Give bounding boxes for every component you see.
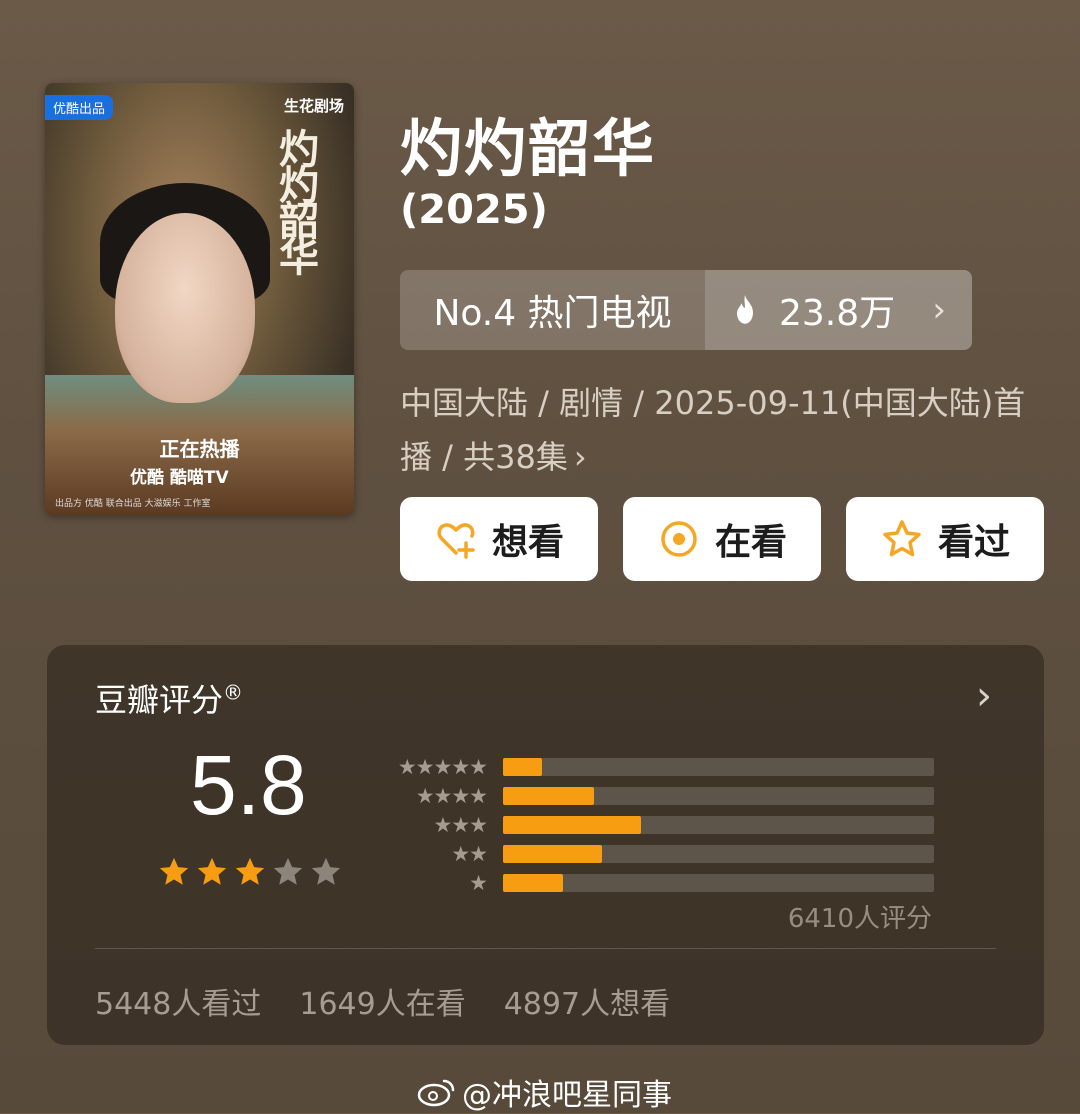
rating-count: 6410人评分 (787, 904, 932, 934)
watermark: @冲浪吧星同事 (416, 1070, 672, 1114)
rank-bar[interactable]: No.4 热门电视 23.8万 › (400, 270, 972, 350)
distribution-stars-label: ★★★★ (415, 783, 488, 808)
poster-studio-logo: 生花剧场 (283, 97, 344, 115)
rank-label: No.4 热门电视 (400, 270, 705, 350)
distribution-row: ★ (377, 868, 934, 897)
distribution-row: ★★★★★ (377, 752, 934, 781)
watching-button[interactable]: 在看 (623, 497, 821, 581)
watched-count: 5448人看过 (95, 987, 262, 1022)
show-title: 灼灼韶华 (400, 112, 657, 185)
rating-title-text: 豆瓣评分 (95, 681, 224, 719)
flame-icon (737, 295, 753, 324)
distribution-track (503, 844, 934, 863)
distribution-stars-label: ★★★ (433, 812, 488, 837)
rating-distribution: ★★★★★ ★★★★ ★★★ ★★ ★ (377, 752, 934, 897)
rating-score: 5.8 (190, 738, 307, 832)
distribution-stars-label: ★★★★★ (397, 754, 488, 779)
heart-plus-icon (437, 523, 475, 559)
star-filled-icon (159, 857, 189, 885)
rating-stars (157, 855, 343, 889)
poster-image[interactable]: 优酷出品 生花剧场 灼灼韶华 正在热播 优酷 酷喵TV 出品方 优酷 联合出品 … (45, 83, 354, 515)
heat-section[interactable]: 23.8万 › (705, 270, 972, 350)
poster-airing-text: 正在热播 (159, 437, 240, 461)
weibo-icon (417, 1079, 455, 1107)
show-meta[interactable]: 中国大陆 / 剧情 / 2025-09-11(中国大陆)首播 / 共38集 › (400, 376, 1050, 484)
want-to-watch-button[interactable]: 想看 (400, 497, 598, 581)
distribution-track (503, 757, 934, 776)
rating-stats: 5448人看过 1649人在看 4897人想看 (95, 979, 670, 1023)
watermark-text: @冲浪吧星同事 (462, 1078, 672, 1113)
heat-value: 23.8万 (779, 293, 896, 334)
distribution-track (503, 815, 934, 834)
chevron-right-icon[interactable]: › (976, 673, 992, 719)
star-empty-icon (311, 857, 341, 885)
watched-button[interactable]: 看过 (846, 497, 1044, 581)
distribution-row: ★★★ (377, 810, 934, 839)
star-filled-icon (197, 857, 227, 885)
action-buttons: 想看 在看 看过 (400, 497, 1044, 581)
poster-platforms: 优酷 酷喵TV (130, 468, 229, 488)
registered-mark: ® (223, 680, 244, 705)
star-outline-icon (883, 520, 921, 557)
poster-face (115, 213, 255, 403)
rating-card[interactable]: 豆瓣评分® › 5.8 ★★★★★ ★★★★ ★★★ ★★ ★ 6410人评分 5448… (47, 645, 1044, 1045)
watching-count: 1649人在看 (299, 987, 466, 1022)
poster-badge: 优酷出品 (45, 95, 114, 120)
distribution-bar (503, 815, 641, 834)
want-to-watch-label: 想看 (491, 522, 564, 563)
meta-text: 中国大陆 / 剧情 / 2025-09-11(中国大陆)首播 / 共38集 (400, 384, 1026, 476)
wish-count: 4897人想看 (503, 987, 671, 1022)
watching-label: 在看 (714, 522, 787, 563)
distribution-bar (503, 844, 603, 863)
distribution-stars-label: ★★ (451, 841, 488, 866)
distribution-row: ★★ (377, 839, 934, 868)
poster-title: 灼灼韶华 (272, 128, 319, 272)
chevron-right-icon: › (932, 290, 946, 330)
star-filled-icon (235, 857, 265, 885)
rating-title: 豆瓣评分® (95, 675, 243, 721)
distribution-row: ★★★★ (377, 781, 934, 810)
distribution-track (503, 786, 934, 805)
show-year: (2025) (400, 187, 548, 233)
divider (95, 948, 996, 949)
target-icon (661, 521, 697, 557)
star-empty-icon (273, 857, 303, 885)
distribution-stars-label: ★ (469, 870, 488, 895)
distribution-track (503, 873, 934, 892)
poster-footer: 出品方 优酷 联合出品 大滋娱乐 工作室 (55, 499, 211, 509)
watched-label: 看过 (937, 522, 1010, 563)
chevron-right-icon: › (573, 438, 587, 476)
distribution-bar (503, 786, 594, 805)
distribution-bar (503, 873, 564, 892)
distribution-bar (503, 757, 542, 776)
